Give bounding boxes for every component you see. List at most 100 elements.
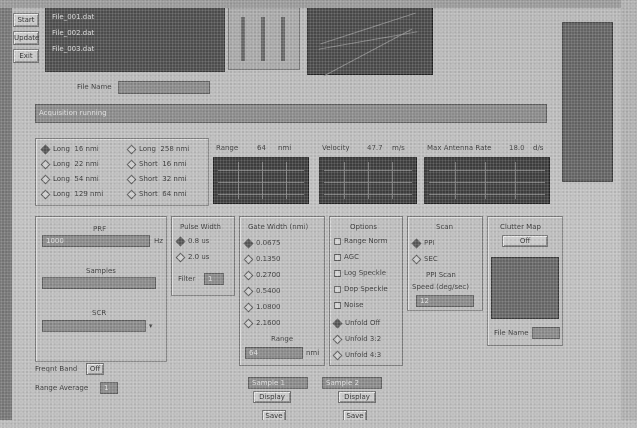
prf-title: PRF [93,225,107,233]
log-speckle-checkbox[interactable] [334,269,341,277]
clutter-file-name-input[interactable] [532,327,560,339]
range-mode-label: Long [53,175,70,183]
samples-input[interactable] [42,277,156,289]
range-average-input[interactable]: 1 [100,382,118,394]
gate-range-unit: nmi [306,349,320,357]
slider-panel[interactable] [228,6,300,70]
ppi-radio[interactable] [411,238,422,248]
range-long-22-radio[interactable] [40,159,51,169]
range-value-label: 258 nmi [160,145,190,153]
range-average-label: Range Average [35,384,89,392]
gate-range-label: Range [271,335,294,343]
unfold-43-radio[interactable] [332,350,343,360]
unfold-32-radio[interactable] [332,334,343,344]
gate-2700-radio[interactable] [243,270,254,280]
range-readout-label: Range [216,144,239,152]
gate-option-label: 0.2700 [256,271,281,279]
range-long-54-radio[interactable] [40,174,51,184]
file-list[interactable]: File_001.dat File_002.dat File_003.dat [45,6,225,72]
scan-speed-input[interactable]: 12 [416,295,474,307]
prf-unit: Hz [154,237,163,245]
option-label: Dop Speckle [344,285,388,293]
clutter-map-preview [491,257,559,319]
display-right-button[interactable]: Display [338,391,376,403]
agc-checkbox[interactable] [334,253,341,261]
range-short-64-radio[interactable] [126,189,137,199]
file-name-input[interactable] [118,81,210,94]
gate-option-label: 0.0675 [256,239,281,247]
clutter-map-toggle[interactable]: Off [502,235,548,247]
velocity-plot [319,157,417,204]
start-button[interactable]: Start [13,13,39,27]
range-long-16-radio[interactable] [40,144,51,154]
range-value-label: 32 nmi [162,175,187,183]
pulse-option-label: 0.8 us [188,237,210,245]
gate-option-label: 0.1350 [256,255,281,263]
status-bar: Acquisition running [35,104,547,123]
gate-width-title: Gate Width (nmi) [248,223,309,231]
screen-bezel-left [0,0,12,428]
range-short-32-radio[interactable] [126,174,137,184]
range-value-label: 129 nmi [74,190,104,198]
options-panel: Options Range Norm AGC Log Speckle Dop S… [329,216,403,366]
acquisition-panel: PRF 1000 Hz Samples SCR ▾ [35,216,167,362]
velocity-readout-unit: m/s [392,144,405,152]
scan-option-label: SEC [424,255,438,263]
filter-input[interactable]: 1 [204,273,224,285]
range-long-258-radio[interactable] [126,144,137,154]
range-value-label: 16 nmi [74,145,99,153]
range-long-129-radio[interactable] [40,189,51,199]
prf-input[interactable]: 1000 [42,235,150,247]
gate-option-label: 2.1600 [256,319,281,327]
gate-1350-radio[interactable] [243,254,254,264]
sec-radio[interactable] [411,254,422,264]
range-value-label: 16 nmi [162,160,187,168]
dop-speckle-checkbox[interactable] [334,285,341,293]
gate-5400-radio[interactable] [243,286,254,296]
unfold-off-radio[interactable] [332,318,343,328]
update-button[interactable]: Update [13,31,39,45]
option-label: AGC [344,253,359,261]
sample-right-field[interactable]: Sample 2 [322,377,382,389]
scr-dropdown-icon[interactable]: ▾ [149,322,153,330]
scan-option-label: PPI [424,239,435,247]
option-label: Log Speckle [344,269,387,277]
pulse-08-radio[interactable] [175,236,186,246]
range-value-label: 22 nmi [74,160,99,168]
range-plot [213,157,309,204]
sample-left-field[interactable]: Sample 1 [248,377,308,389]
gate-range-input[interactable]: 64 [245,347,303,359]
options-title: Options [350,223,378,231]
display-left-button[interactable]: Display [253,391,291,403]
noise-checkbox[interactable] [334,301,341,309]
max-antenna-rate-value: 18.0 [509,144,525,152]
velocity-readout-value: 47.7 [367,144,383,152]
file-list-item[interactable]: File_002.dat [52,29,94,37]
exit-button[interactable]: Exit [13,49,39,63]
gate-10800-radio[interactable] [243,302,254,312]
screen-bezel-bottom [0,420,637,428]
pulse-option-label: 2.0 us [188,253,210,261]
file-list-item[interactable]: File_001.dat [52,13,94,21]
pulse-20-radio[interactable] [175,252,186,262]
range-mode-label: Short [139,175,158,183]
gate-0675-radio[interactable] [243,238,254,248]
clutter-map-title: Clutter Map [500,223,541,231]
option-label: Unfold Off [345,319,381,327]
option-label: Range Norm [344,237,388,245]
pulse-width-title: Pulse Width [180,223,221,231]
range-short-16-radio[interactable] [126,159,137,169]
gate-option-label: 1.0800 [256,303,281,311]
scan-title: Scan [436,223,454,231]
gate-21600-radio[interactable] [243,318,254,328]
scr-input[interactable] [42,320,146,332]
right-status-panel [562,22,613,182]
file-list-item[interactable]: File_003.dat [52,45,94,53]
antenna-plot [424,157,550,204]
samples-title: Samples [86,267,116,275]
range-value-label: 54 nmi [74,175,99,183]
option-label: Unfold 4:3 [345,351,382,359]
freqnt-band-toggle[interactable]: Off [86,363,104,375]
range-norm-checkbox[interactable] [334,237,341,245]
velocity-readout-label: Velocity [322,144,350,152]
